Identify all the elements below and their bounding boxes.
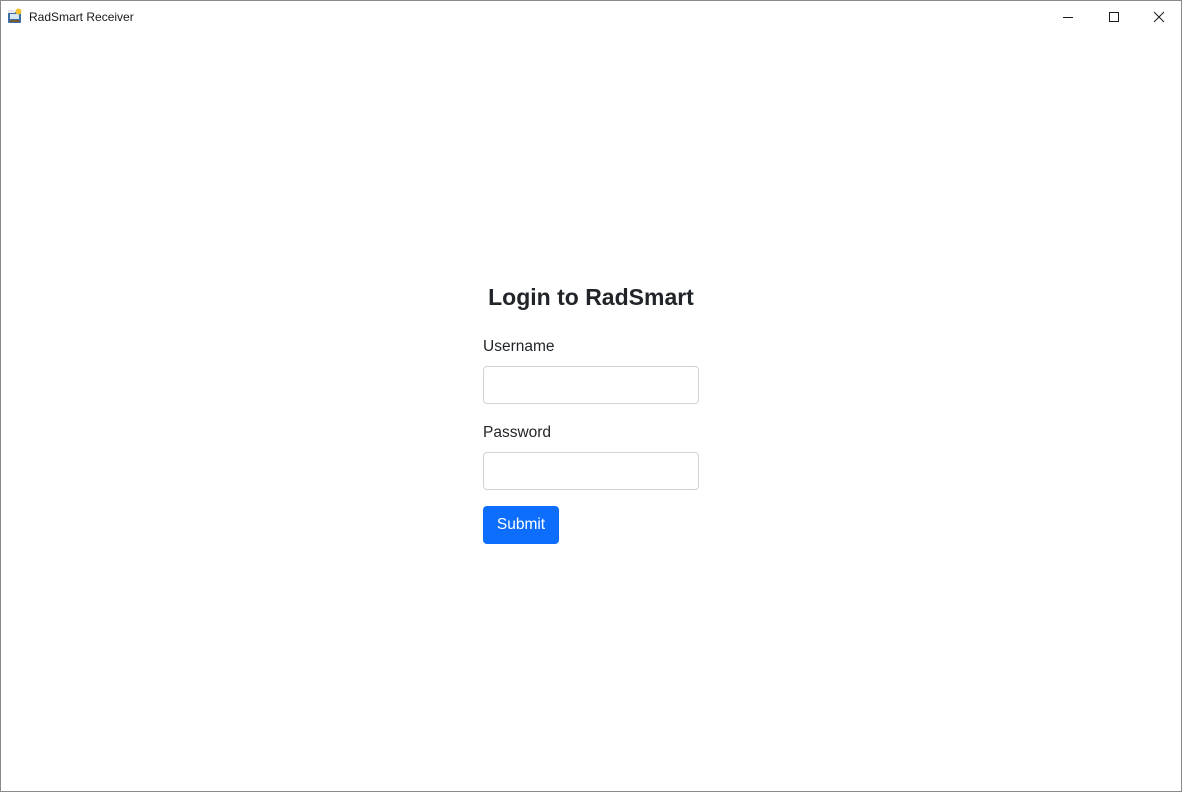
maximize-icon xyxy=(1108,11,1120,23)
app-content: Login to RadSmart Username Password Subm… xyxy=(1,32,1181,791)
window-title: RadSmart Receiver xyxy=(29,10,134,24)
close-icon xyxy=(1153,11,1165,23)
password-field[interactable] xyxy=(483,452,699,490)
title-bar[interactable]: RadSmart Receiver xyxy=(1,1,1181,32)
password-label: Password xyxy=(483,424,552,441)
username-field[interactable] xyxy=(483,366,699,404)
minimize-icon xyxy=(1062,11,1074,23)
maximize-button[interactable] xyxy=(1091,1,1137,32)
username-label: Username xyxy=(483,338,555,355)
close-button[interactable] xyxy=(1136,1,1181,32)
submit-button[interactable]: Submit xyxy=(483,506,559,544)
login-title: Login to RadSmart xyxy=(488,284,694,310)
radsmart-app-icon xyxy=(7,8,23,24)
app-window: RadSmart Receiver Login to RadSmart User… xyxy=(0,0,1182,792)
minimize-button[interactable] xyxy=(1045,1,1091,32)
